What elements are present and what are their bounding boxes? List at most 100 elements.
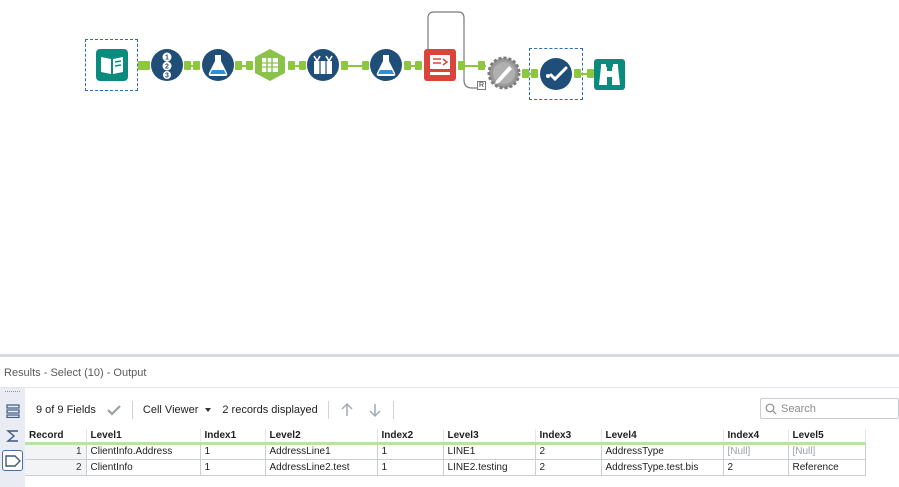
- column-header[interactable]: Record: [25, 429, 87, 445]
- svg-text:3: 3: [165, 73, 169, 80]
- table-view-button[interactable]: [2, 400, 23, 421]
- table-cell[interactable]: 2: [535, 459, 602, 476]
- svg-text:1: 1: [165, 55, 169, 62]
- fields-apply-checkmark-icon[interactable]: [106, 403, 122, 417]
- summary-view-button[interactable]: [2, 425, 23, 446]
- column-header[interactable]: Index3: [535, 429, 602, 445]
- table-cell[interactable]: ClientInfo: [86, 459, 201, 476]
- table-cell[interactable]: ClientInfo.Address: [86, 443, 201, 460]
- column-header[interactable]: Level2: [265, 429, 378, 445]
- table-header-row: Record Level1 Index1 Level2 Index2 Level…: [25, 429, 866, 445]
- record-number: 2: [25, 459, 87, 476]
- output-anchor[interactable]: [458, 61, 465, 70]
- column-header[interactable]: Level3: [443, 429, 536, 445]
- metadata-view-button[interactable]: [2, 450, 23, 471]
- checkmark-icon: [540, 58, 572, 90]
- records-count: 2 records displayed: [222, 404, 318, 416]
- results-title: Results - Select (10) - Output: [4, 367, 147, 379]
- dynamic-rename-tool[interactable]: [423, 48, 457, 82]
- flask-icon: [202, 49, 234, 81]
- columns-icon: [255, 49, 285, 81]
- table-cell[interactable]: 1: [200, 459, 266, 476]
- table-cell[interactable]: LINE2.testing: [443, 459, 536, 476]
- input-anchor[interactable]: [246, 61, 253, 70]
- output-anchor[interactable]: [404, 61, 411, 70]
- table-cell[interactable]: AddressType.test.bis: [601, 459, 724, 476]
- workflow-canvas[interactable]: R 1 2 3: [0, 0, 899, 354]
- table-rows-icon: [5, 403, 20, 418]
- cell-viewer-dropdown[interactable]: Cell Viewer: [143, 404, 198, 416]
- toolbar-divider: [392, 401, 394, 419]
- select-tool[interactable]: [539, 57, 573, 91]
- input-anchor[interactable]: [143, 61, 150, 70]
- r-anchor[interactable]: R: [477, 81, 486, 90]
- results-table: Record Level1 Index1 Level2 Index2 Level…: [25, 429, 866, 476]
- svg-text:2: 2: [165, 64, 169, 71]
- flask-icon: [370, 49, 402, 81]
- input-anchor[interactable]: [531, 69, 538, 78]
- column-header[interactable]: Level5: [788, 429, 866, 445]
- input-anchor[interactable]: [299, 61, 306, 70]
- input-anchor[interactable]: [193, 61, 200, 70]
- output-anchor[interactable]: [184, 61, 191, 70]
- input-data-tool[interactable]: [95, 48, 129, 82]
- table-cell[interactable]: 2: [535, 443, 602, 460]
- toolbar-divider: [131, 401, 133, 419]
- arrow-up-icon[interactable]: [339, 402, 355, 418]
- record-number: 1: [25, 443, 87, 460]
- sigma-icon: [5, 429, 18, 442]
- fields-dropdown[interactable]: 9 of 9 Fields: [36, 404, 96, 416]
- input-anchor[interactable]: [362, 61, 369, 70]
- table-cell-null[interactable]: [Null]: [723, 443, 789, 460]
- tag-icon: [4, 454, 21, 467]
- chevron-down-icon[interactable]: [204, 406, 212, 414]
- table-cell[interactable]: AddressLine2.test: [265, 459, 378, 476]
- table-cell[interactable]: 1: [377, 459, 444, 476]
- column-header[interactable]: Index4: [723, 429, 789, 445]
- output-anchor[interactable]: [574, 69, 581, 78]
- table-cell[interactable]: 2: [723, 459, 789, 476]
- formula-tool-2[interactable]: [369, 48, 403, 82]
- arrow-down-icon[interactable]: [367, 402, 383, 418]
- output-anchor[interactable]: [288, 61, 295, 70]
- table-row[interactable]: 2 ClientInfo 1 AddressLine2.test 1 LINE2…: [25, 459, 866, 476]
- table-cell-null[interactable]: [Null]: [788, 443, 866, 460]
- table-cell[interactable]: LINE1: [443, 443, 536, 460]
- search-icon: [765, 403, 777, 414]
- column-header[interactable]: Index2: [377, 429, 444, 445]
- table-cell[interactable]: AddressLine1: [265, 443, 378, 460]
- results-side-toolbar: [0, 388, 25, 487]
- search-input[interactable]: Search: [760, 398, 899, 419]
- divider: [0, 387, 899, 388]
- crosstab-tool[interactable]: [487, 56, 521, 90]
- column-header[interactable]: Level4: [601, 429, 724, 445]
- search-placeholder: Search: [781, 402, 816, 415]
- table-cell[interactable]: 1: [200, 443, 266, 460]
- formula-tool-1[interactable]: [201, 48, 235, 82]
- column-header[interactable]: Index1: [200, 429, 266, 445]
- table-cell[interactable]: AddressType: [601, 443, 724, 460]
- record-id-tool[interactable]: 1 2 3: [150, 48, 184, 82]
- output-anchor[interactable]: [522, 69, 529, 78]
- table-row[interactable]: 1 ClientInfo.Address 1 AddressLine1 1 LI…: [25, 443, 866, 460]
- rename-icon: [424, 49, 456, 81]
- browse-tool[interactable]: [593, 58, 627, 92]
- input-anchor[interactable]: [478, 61, 485, 70]
- table-cell[interactable]: 1: [377, 443, 444, 460]
- results-toolbar: 9 of 9 Fields Cell Viewer 2 records disp…: [36, 401, 398, 419]
- binoculars-icon: [594, 59, 625, 90]
- gear-pen-icon: [487, 56, 521, 90]
- output-anchor[interactable]: [235, 61, 242, 70]
- table-cell[interactable]: Reference: [788, 459, 866, 476]
- results-panel: Results - Select (10) - Output 9 of 9 Fi…: [0, 354, 899, 487]
- column-header[interactable]: Level1: [86, 429, 201, 445]
- toolbar-divider: [327, 401, 329, 419]
- transpose-tool[interactable]: [306, 48, 340, 82]
- grip-handle[interactable]: [5, 391, 20, 394]
- text-to-columns-tool[interactable]: [253, 48, 287, 82]
- book-icon: [96, 49, 128, 81]
- output-anchor[interactable]: [341, 61, 348, 70]
- input-anchor[interactable]: [415, 61, 422, 70]
- numbered-list-icon: 1 2 3: [151, 49, 183, 81]
- table-transpose-icon: [307, 49, 339, 81]
